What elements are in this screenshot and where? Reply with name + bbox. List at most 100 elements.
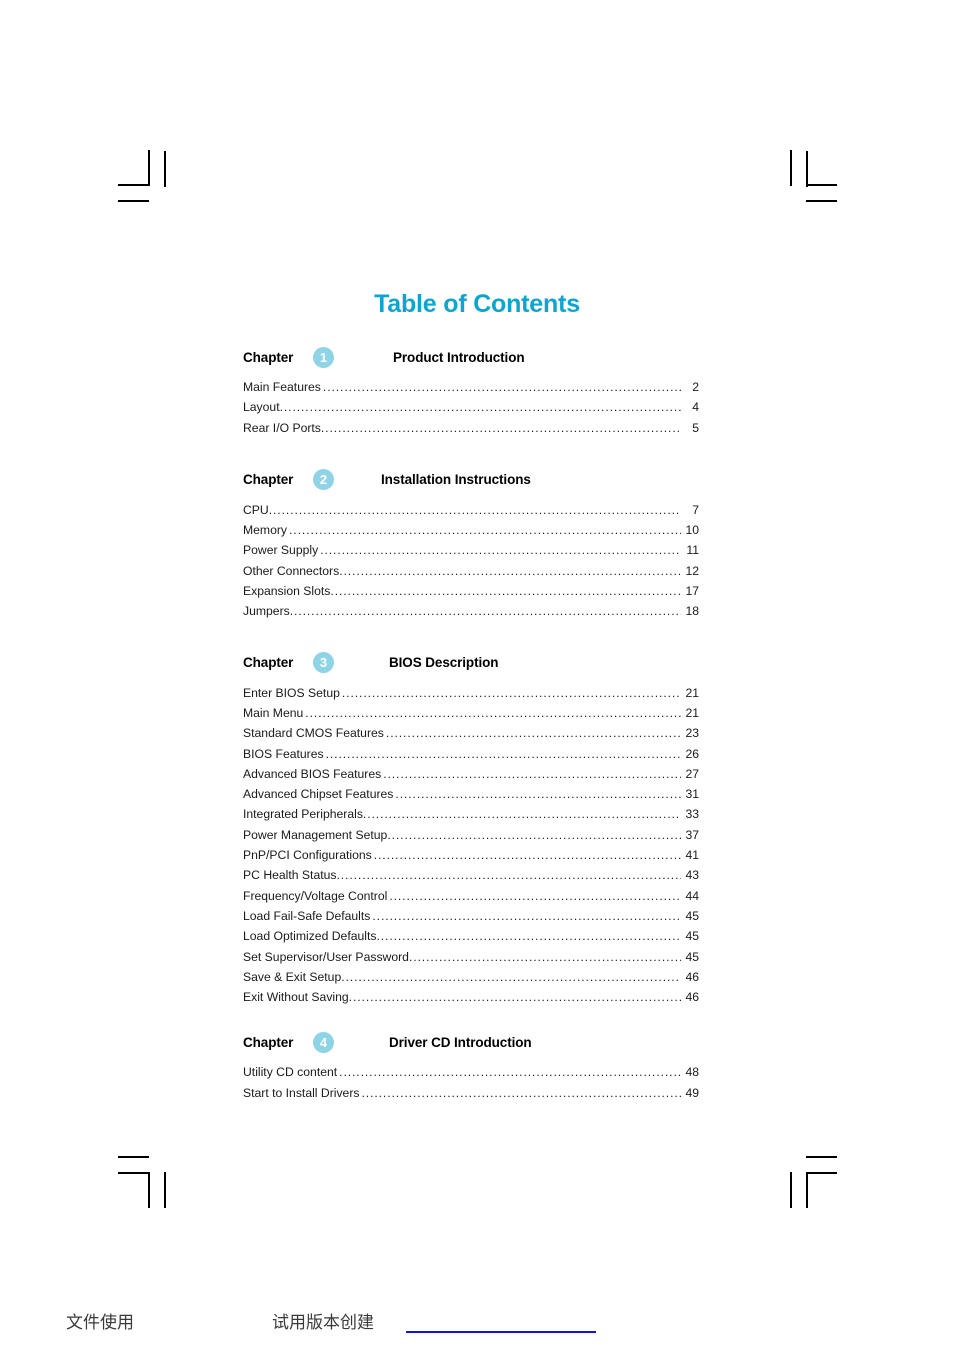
- toc-entry-page: 45: [685, 908, 699, 923]
- chapter-word-label: Chapter: [243, 472, 294, 488]
- dot-leader: [330, 581, 681, 601]
- toc-entry[interactable]: Layout 4: [243, 397, 699, 417]
- toc-entry-label: CPU: [243, 502, 269, 517]
- toc-entry[interactable]: Load Optimized Defaults 45: [243, 926, 699, 946]
- toc-entry[interactable]: Power Supply 11: [243, 540, 699, 560]
- toc-entry-page: 21: [685, 685, 699, 700]
- toc-entry-page: 11: [686, 543, 699, 558]
- dot-leader: [374, 845, 681, 865]
- toc-entry-page: 5: [692, 420, 699, 435]
- toc-entry[interactable]: Utility CD content 48: [243, 1062, 699, 1082]
- toc-entry[interactable]: PnP/PCI Configurations 41: [243, 845, 699, 865]
- toc-entry-label: Jumpers: [243, 604, 290, 619]
- toc-entry[interactable]: Exit Without Saving 46: [243, 987, 699, 1007]
- toc-entry[interactable]: Set Supervisor/User Password 45: [243, 947, 699, 967]
- chapter-heading-1: Chapter 1 Product Introduction: [243, 345, 699, 369]
- toc-entry[interactable]: Advanced Chipset Features 31: [243, 784, 699, 804]
- toc-entry-page: 27: [685, 766, 699, 781]
- toc-entry-label: Standard CMOS Features: [243, 726, 384, 741]
- toc-entry[interactable]: Enter BIOS Setup 21: [243, 683, 699, 703]
- toc-entry[interactable]: Jumpers 18: [243, 601, 699, 621]
- toc-entry-page: 49: [685, 1085, 699, 1100]
- toc-entry[interactable]: Rear I/O Ports 5: [243, 418, 699, 438]
- chapter-heading-4: Chapter 4 Driver CD Introduction: [243, 1030, 699, 1054]
- dot-leader: [320, 540, 681, 560]
- toc-entry[interactable]: Power Management Setup 37: [243, 825, 699, 845]
- toc-entry-page: 33: [685, 807, 699, 822]
- toc-entry-label: Start to Install Drivers: [243, 1085, 360, 1100]
- toc-entry-page: 17: [685, 584, 699, 599]
- toc-entry[interactable]: Expansion Slots 17: [243, 581, 699, 601]
- toc-entry-page: 10: [685, 523, 699, 538]
- toc-entry-label: Integrated Peripherals: [243, 807, 363, 822]
- chapter-entries-2: CPU 7 Memory 10 Power Supply 11 Other Co…: [243, 500, 699, 622]
- toc-entry[interactable]: Advanced BIOS Features 27: [243, 764, 699, 784]
- crop-mark-top-right: [768, 150, 838, 220]
- toc-entry[interactable]: Save & Exit Setup 46: [243, 967, 699, 987]
- chapter-word-label: Chapter: [243, 349, 294, 365]
- toc-entry-page: 44: [685, 888, 699, 903]
- dot-leader: [289, 520, 681, 540]
- dot-leader: [383, 764, 681, 784]
- toc-entry[interactable]: Start to Install Drivers 49: [243, 1083, 699, 1103]
- chapter-number-badge: 2: [313, 469, 334, 491]
- dot-leader: [387, 825, 681, 845]
- chapter-number-badge: 4: [313, 1031, 334, 1053]
- dot-leader: [342, 683, 681, 703]
- toc-entry-page: 45: [685, 929, 699, 944]
- toc-entry[interactable]: Main Features 2: [243, 377, 699, 397]
- chapter-entries-1: Main Features 2 Layout 4 Rear I/O Ports …: [243, 377, 699, 438]
- toc-entry[interactable]: Main Menu 21: [243, 703, 699, 723]
- toc-entry[interactable]: Other Connectors 12: [243, 561, 699, 581]
- table-of-contents: Chapter 1 Product Introduction Main Feat…: [243, 345, 699, 1103]
- chapter-block-2: Chapter 2 Installation Instructions CPU …: [243, 468, 699, 622]
- toc-entry[interactable]: PC Health Status 43: [243, 865, 699, 885]
- dot-leader: [290, 601, 681, 621]
- toc-entry-label: Load Optimized Defaults: [243, 929, 377, 944]
- toc-entry[interactable]: BIOS Features 26: [243, 744, 699, 764]
- footer-text-left: 文件使用: [66, 1313, 134, 1333]
- toc-entry-label: Enter BIOS Setup: [243, 685, 340, 700]
- dot-leader: [269, 500, 681, 520]
- toc-entry-page: 12: [685, 563, 699, 578]
- dot-leader: [372, 906, 681, 926]
- toc-entry-label: Utility CD content: [243, 1065, 338, 1080]
- dot-leader: [280, 397, 681, 417]
- toc-entry-label: Advanced Chipset Features: [243, 787, 394, 802]
- toc-entry-page: 41: [685, 848, 699, 863]
- toc-entry-label: Rear I/O Ports: [243, 420, 321, 435]
- toc-entry[interactable]: CPU 7: [243, 500, 699, 520]
- dot-leader: [323, 377, 681, 397]
- toc-entry[interactable]: Standard CMOS Features 23: [243, 723, 699, 743]
- chapter-number-badge: 1: [313, 346, 334, 368]
- toc-entry-page: 46: [685, 969, 699, 984]
- dot-leader: [305, 703, 681, 723]
- toc-entry-label: Main Menu: [243, 705, 304, 720]
- toc-entry[interactable]: Frequency/Voltage Control 44: [243, 886, 699, 906]
- crop-mark-bottom-right: [768, 1140, 838, 1210]
- footer-text-right: 试用版本创建: [272, 1313, 374, 1333]
- chapter-heading-3: Chapter 3 BIOS Description: [243, 651, 699, 675]
- crop-mark-bottom-left: [118, 1140, 188, 1210]
- dot-leader: [395, 784, 681, 804]
- toc-entry-label: Expansion Slots: [243, 584, 331, 599]
- toc-entry[interactable]: Memory 10: [243, 520, 699, 540]
- dot-leader: [362, 1083, 682, 1103]
- toc-entry[interactable]: Integrated Peripherals 33: [243, 804, 699, 824]
- dot-leader: [339, 1062, 681, 1082]
- toc-entry-page: 37: [685, 827, 699, 842]
- toc-entry-page: 7: [692, 502, 699, 517]
- toc-entry-page: 23: [685, 726, 699, 741]
- toc-entry-page: 45: [685, 949, 699, 964]
- chapter-title-4: Driver CD Introduction: [389, 1034, 532, 1050]
- toc-entry-label: PnP/PCI Configurations: [243, 848, 372, 863]
- toc-entry-label: Main Features: [243, 380, 321, 394]
- toc-entry-label: Save & Exit Setup: [243, 969, 342, 984]
- toc-entry[interactable]: Load Fail-Safe Defaults 45: [243, 906, 699, 926]
- toc-entry-page: 18: [685, 604, 699, 619]
- toc-entry-label: Other Connectors: [243, 563, 340, 578]
- toc-entry-label: Layout: [243, 400, 280, 415]
